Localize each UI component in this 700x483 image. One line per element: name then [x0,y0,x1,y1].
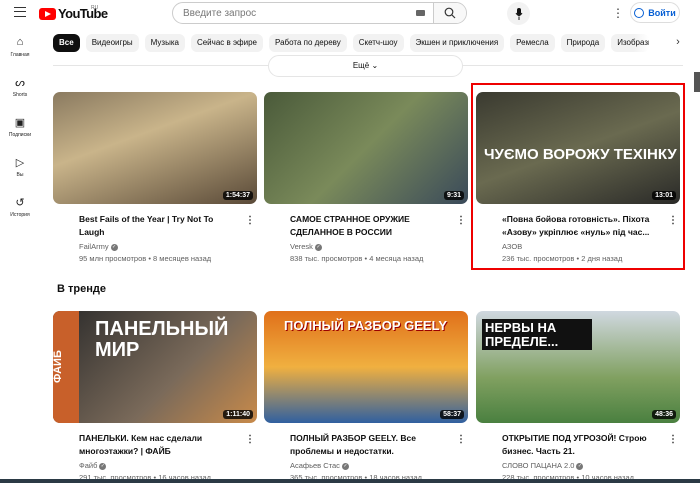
channel-name[interactable]: Veresk ✓ [290,242,450,251]
menu-icon[interactable] [14,7,26,17]
video-card[interactable]: 1:54:37 Best Fails of the Year | Try Not… [53,92,257,263]
chip[interactable]: Экшен и приключения [409,34,505,52]
keyboard-icon[interactable] [416,10,425,16]
highlight-box [471,83,685,270]
video-thumbnail[interactable]: НЕРВЫ НА ПРЕДЕЛЕ... 48:36 [476,311,680,423]
search-icon [444,7,456,19]
voice-search-button[interactable] [507,2,530,25]
subscriptions-icon: ▣ [14,117,26,129]
channel-name[interactable]: FailArmy ✓ [79,242,239,251]
duration-badge: 9:31 [443,191,464,200]
section-title: В тренде [57,283,106,295]
verified-icon: ✓ [314,243,322,251]
video-stats: 838 тыс. просмотров • 4 месяца назад [290,254,424,263]
channel-name[interactable]: Файб ✓ [79,461,239,470]
sidebar-item-home[interactable]: ⌂ Главная [0,36,40,58]
sidebar-item-you[interactable]: ▷ Вы [0,156,40,178]
sign-in-button[interactable]: Войти [630,2,680,23]
chip-all[interactable]: Все [53,34,80,52]
chips-next-button[interactable]: › [668,36,688,48]
sign-in-label: Войти [648,7,676,18]
video-title[interactable]: ПАНЕЛЬКИ. Кем нас сделали многоэтажки? |… [79,432,239,458]
taskbar [0,479,700,483]
search-button[interactable] [433,3,466,23]
category-chips: Все Видеоигры Музыка Сейчас в эфире Рабо… [53,34,650,52]
verified-icon: ✓ [110,243,118,251]
chip[interactable]: Изобразительное [611,34,650,52]
channel-name[interactable]: Асафьев Стас ✓ [290,461,450,470]
chip[interactable]: Музыка [144,34,185,52]
home-icon: ⌂ [16,36,24,48]
scrollbar[interactable] [694,72,700,92]
duration-badge: 1:11:40 [223,410,253,419]
video-stats: 95 млн просмотров • 8 месяцев назад [79,254,212,263]
chip[interactable]: Природа [560,34,606,52]
sidebar-item-shorts[interactable]: ᔕ Shorts [0,76,40,98]
channel-name[interactable]: СЛОВО ПАЦАНА 2.0 ✓ [502,461,662,470]
video-title[interactable]: ПОЛНЫЙ РАЗБОР GEELY. Все проблемы и недо… [290,432,450,458]
verified-icon: ✓ [576,462,584,470]
duration-badge: 48:36 [652,410,676,419]
youtube-logo[interactable]: YouTube RU [39,5,108,21]
video-thumbnail[interactable]: ПОЛНЫЙ РАЗБОР GEELY 58:37 [264,311,468,423]
video-card[interactable]: ПАНЕЛЬНЫЙ МИР ФАЙБ 1:11:40 ПАНЕЛЬКИ. Кем н… [53,311,257,482]
video-thumbnail[interactable]: ПАНЕЛЬНЫЙ МИР ФАЙБ 1:11:40 [53,311,257,423]
search-bar: Введите запрос [172,2,467,24]
chip[interactable]: Сейчас в эфире [190,34,263,52]
region-label: RU [91,5,99,11]
sidebar-item-subscriptions[interactable]: ▣ Подписки [0,116,40,138]
you-icon: ▷ [15,157,25,169]
more-actions-icon[interactable]: ⋮ [668,434,678,445]
video-thumbnail[interactable]: 9:31 [264,92,468,204]
duration-badge: 1:54:37 [222,191,253,200]
mic-icon [515,7,522,20]
logo-text: YouTube [58,6,108,21]
chip[interactable]: Скетч-шоу [352,34,404,52]
chip[interactable]: Видеоигры [85,34,139,52]
youtube-play-icon [39,7,56,20]
chip[interactable]: Ремесла [510,34,555,52]
settings-menu-icon[interactable]: ⋮ [612,6,624,20]
video-title[interactable]: САМОЕ СТРАННОЕ ОРУЖИЕ СДЕЛАННОЕ В РОССИИ [290,213,450,239]
video-thumbnail[interactable]: 1:54:37 [53,92,257,204]
search-input[interactable]: Введите запрос [173,3,433,23]
video-card[interactable]: ПОЛНЫЙ РАЗБОР GEELY 58:37 ПОЛНЫЙ РАЗБОР G… [264,311,468,482]
chip[interactable]: Работа по дереву [269,34,347,52]
shorts-icon: ᔕ [15,77,25,89]
sidebar: ⌂ Главная ᔕ Shorts ▣ Подписки ▷ Вы ↺ История [0,36,40,236]
video-card[interactable]: 9:31 САМОЕ СТРАННОЕ ОРУЖИЕ СДЕЛАННОЕ В Р… [264,92,468,263]
history-icon: ↺ [15,197,25,209]
video-title[interactable]: ОТКРЫТИЕ ПОД УГРОЗОЙ! Строю бизнес. Част… [502,432,662,458]
sidebar-item-history[interactable]: ↺ История [0,196,40,218]
more-actions-icon[interactable]: ⋮ [456,434,466,445]
video-title[interactable]: Best Fails of the Year | Try Not To Laug… [79,213,239,239]
verified-icon: ✓ [341,462,349,470]
more-actions-icon[interactable]: ⋮ [245,434,255,445]
account-icon [634,7,645,18]
verified-icon: ✓ [99,462,107,470]
duration-badge: 58:37 [440,410,464,419]
more-actions-icon[interactable]: ⋮ [456,215,466,226]
video-card[interactable]: НЕРВЫ НА ПРЕДЕЛЕ... 48:36 ОТКРЫТИЕ ПОД УГ… [476,311,680,482]
chevron-down-icon: ⌄ [371,61,379,70]
more-actions-icon[interactable]: ⋮ [245,215,255,226]
show-more-button[interactable]: Ещё ⌄ [268,55,463,77]
